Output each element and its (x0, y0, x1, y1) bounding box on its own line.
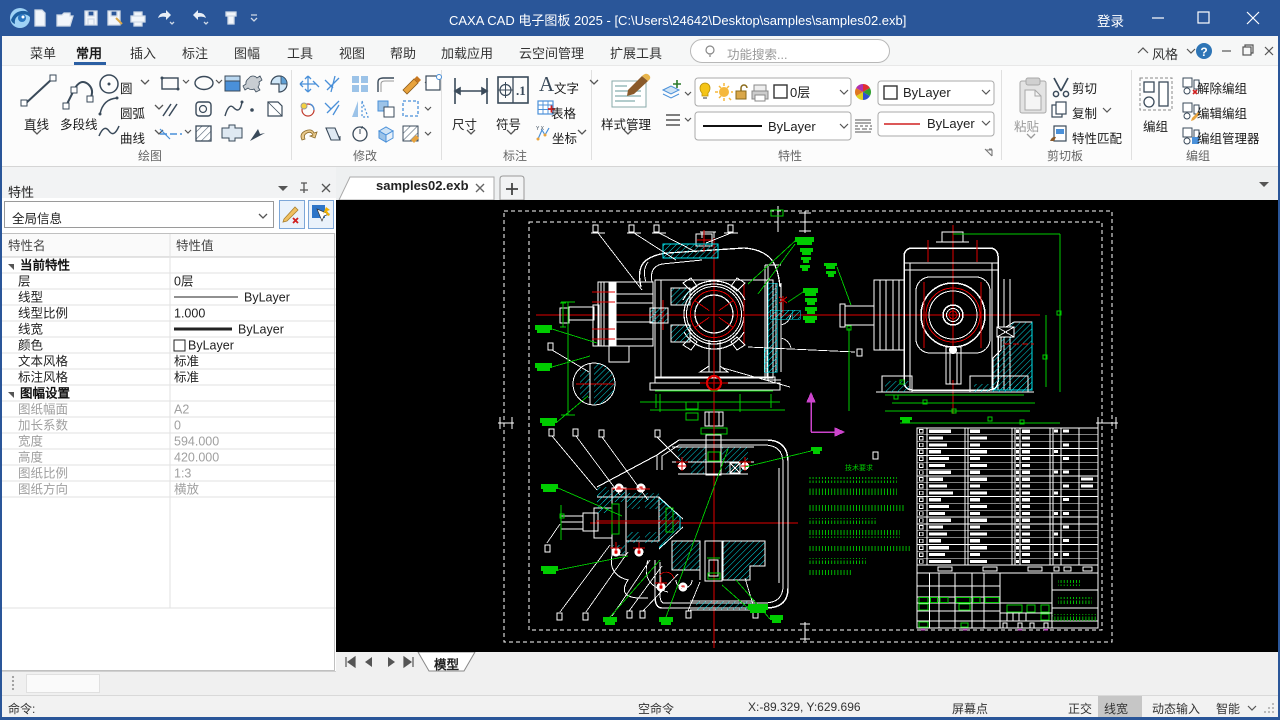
svg-text:ByLayer: ByLayer (768, 119, 816, 134)
svg-text:当前特性: 当前特性 (20, 258, 71, 273)
svg-text:标准: 标准 (174, 355, 199, 369)
svg-text:594.000: 594.000 (174, 435, 219, 449)
svg-text:线型: 线型 (18, 291, 43, 305)
svg-text:A2: A2 (174, 403, 189, 417)
svg-text:图纸幅面: 图纸幅面 (18, 402, 68, 417)
svg-text:0层: 0层 (174, 275, 193, 289)
svg-text:特性值: 特性值 (176, 238, 214, 253)
svg-text:图幅设置: 图幅设置 (20, 386, 71, 401)
svg-text:线宽: 线宽 (18, 322, 43, 337)
svg-text:1:3: 1:3 (174, 467, 191, 481)
svg-text:ByLayer: ByLayer (238, 323, 284, 337)
svg-text:高度: 高度 (18, 450, 44, 465)
svg-text:ByLayer: ByLayer (188, 339, 234, 353)
svg-text:0: 0 (174, 419, 181, 433)
svg-text:标注风格: 标注风格 (18, 370, 69, 385)
svg-text:ByLayer: ByLayer (927, 116, 975, 131)
svg-text:技术要求: 技术要求 (845, 463, 873, 472)
svg-text:加长系数: 加长系数 (18, 418, 69, 433)
svg-text:图纸比例: 图纸比例 (18, 467, 68, 481)
svg-text:0层: 0层 (790, 85, 810, 100)
svg-text:宽度: 宽度 (18, 434, 44, 449)
svg-text:标准: 标准 (174, 371, 199, 385)
svg-text:Y X: Y X (536, 126, 545, 132)
svg-text:横放: 横放 (174, 482, 200, 497)
svg-text:.1: .1 (516, 83, 526, 98)
svg-text:颜色: 颜色 (18, 338, 44, 353)
svg-text:层: 层 (18, 275, 31, 289)
svg-text:A: A (539, 72, 555, 96)
svg-text:特性名: 特性名 (8, 238, 46, 253)
svg-text:1.000: 1.000 (174, 307, 205, 321)
svg-text:线型比例: 线型比例 (18, 307, 68, 321)
svg-text:?: ? (1200, 45, 1207, 59)
svg-text:ByLayer: ByLayer (244, 291, 290, 305)
svg-text:420.000: 420.000 (174, 451, 219, 465)
svg-text:图纸方向: 图纸方向 (18, 482, 68, 497)
svg-text:ByLayer: ByLayer (903, 85, 951, 100)
svg-text:文本风格: 文本风格 (18, 354, 69, 369)
